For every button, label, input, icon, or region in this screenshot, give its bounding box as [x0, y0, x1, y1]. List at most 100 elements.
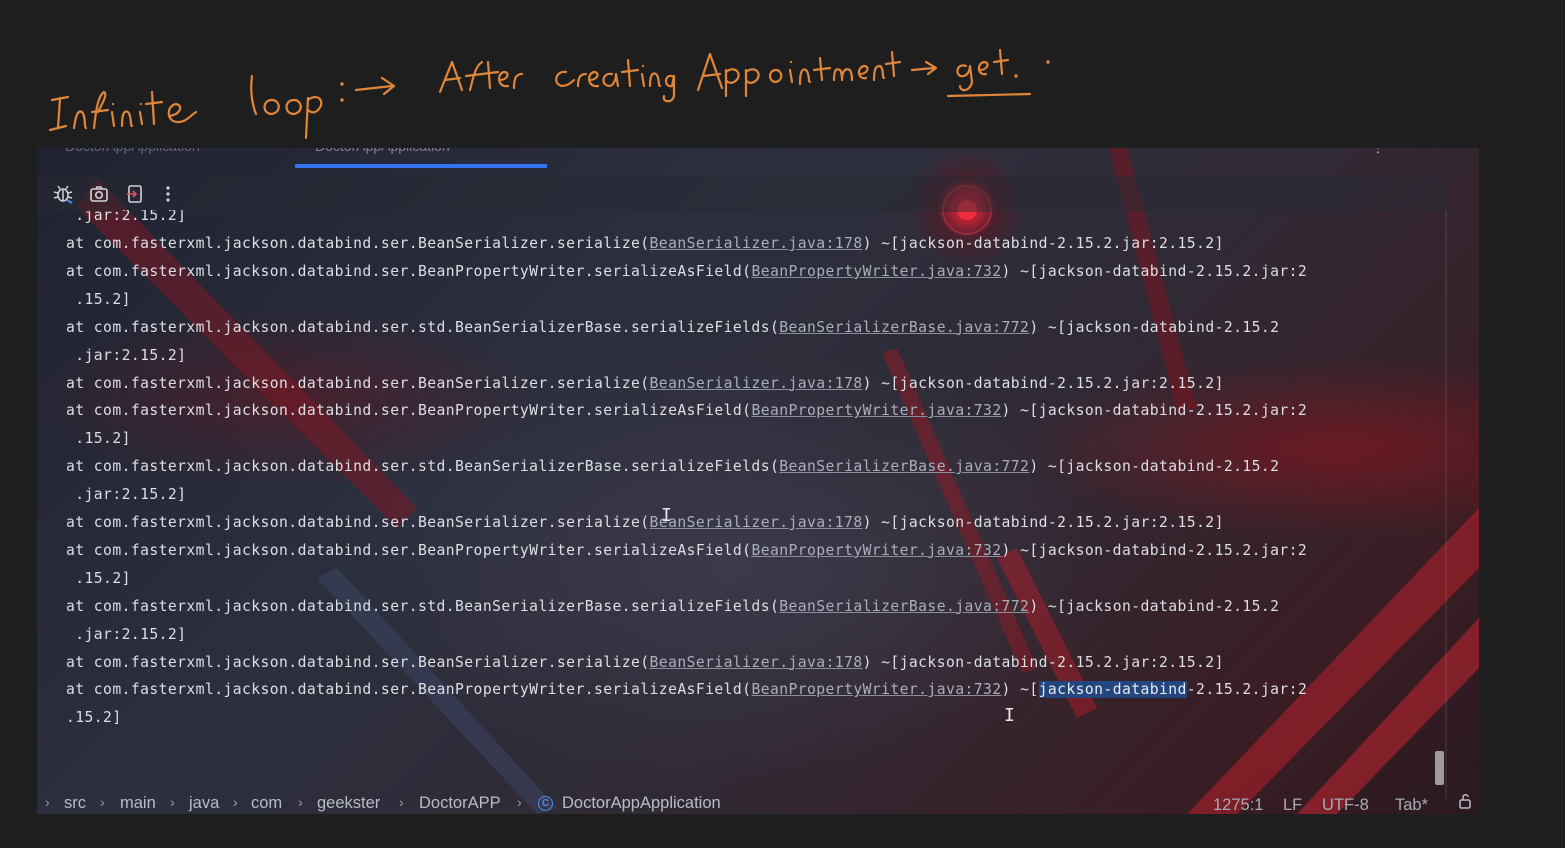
line-text-tail: ) ~[jackson-databind-2.15.2 [1029, 597, 1280, 615]
line-text: .15.2] [66, 569, 131, 587]
console-line: .15.2] [66, 290, 131, 310]
chevron-right-icon: › [45, 794, 50, 810]
line-text-tail: -2.15.2.jar:2 [1186, 681, 1308, 699]
active-tab-indicator [295, 164, 547, 168]
line-text: at com.fasterxml.jackson.databind.ser.st… [66, 458, 780, 476]
status-bar: › src › main › java › com › geekster › D… [37, 790, 1479, 814]
line-text-tail: ) ~[jackson-databind-2.15.2.jar:2.15.2] [862, 653, 1224, 671]
console-line: at com.fasterxml.jackson.databind.ser.st… [66, 597, 1279, 617]
line-text: at com.fasterxml.jackson.databind.ser.Be… [66, 681, 752, 699]
line-text-tail: ) ~[jackson-databind-2.15.2.jar:2.15.2] [862, 235, 1224, 252]
source-link[interactable]: BeanPropertyWriter.java:732 [751, 402, 1001, 419]
line-text: at com.fasterxml.jackson.databind.ser.Be… [66, 402, 752, 420]
line-text: .15.2] [66, 290, 131, 308]
console-toolbar [37, 176, 1447, 212]
line-text-tail: ) ~[jackson-databind-2.15.2.jar:2.15.2] [862, 374, 1224, 392]
console-scrollbar-thumb[interactable] [1435, 751, 1444, 785]
source-link[interactable]: BeanSerializer.java:178 [650, 654, 863, 671]
line-text: .15.2] [66, 709, 122, 727]
line-text-tail: ) ~[jackson-databind-2.15.2.jar:2 [1001, 402, 1308, 420]
console-line: .15.2] [66, 429, 131, 449]
lock-icon[interactable] [1457, 792, 1475, 814]
debug-bug-icon[interactable] [50, 181, 76, 207]
line-ending[interactable]: LF [1283, 796, 1302, 814]
line-text: at com.fasterxml.jackson.databind.ser.st… [66, 597, 780, 615]
console-line: .jar:2.15.2] [66, 346, 186, 366]
line-text: .jar:2.15.2] [66, 625, 187, 643]
console-scrollbar-track[interactable] [1445, 210, 1447, 800]
more-vertical-icon[interactable] [155, 181, 181, 207]
breadcrumb-geekster[interactable]: geekster [317, 794, 380, 813]
chevron-right-icon: › [517, 794, 522, 810]
console-line: at com.fasterxml.jackson.databind.ser.st… [66, 318, 1279, 338]
line-text-tail: ) ~[jackson-databind-2.15.2 [1029, 458, 1280, 476]
console-line: at com.fasterxml.jackson.databind.ser.Be… [66, 653, 1224, 673]
breadcrumb-main[interactable]: main [120, 794, 156, 813]
source-link[interactable]: BeanSerializerBase.java:772 [779, 598, 1029, 615]
line-text: at com.fasterxml.jackson.databind.ser.Be… [66, 262, 752, 280]
chevron-right-icon: › [100, 794, 105, 810]
console-line: .15.2] [66, 708, 122, 728]
chevron-right-icon: › [233, 794, 238, 810]
source-link[interactable]: BeanSerializer.java:178 [650, 375, 863, 392]
exit-icon[interactable] [122, 181, 148, 207]
line-text: .jar:2.15.2] [66, 486, 187, 504]
breadcrumb-src[interactable]: src [64, 794, 86, 813]
tabs-more-icon[interactable]: ⋮ [1371, 148, 1385, 156]
console-line: at com.fasterxml.jackson.databind.ser.st… [66, 457, 1279, 477]
source-link[interactable]: BeanSerializer.java:178 [650, 235, 863, 252]
console-line: .jar:2.15.2] [66, 485, 186, 505]
line-text: at com.fasterxml.jackson.databind.ser.Be… [66, 374, 650, 392]
source-link[interactable]: BeanSerializer.java:178 [650, 514, 863, 531]
ide-run-panel: DoctorAppApplication DoctorAppApplicatio… [37, 148, 1479, 814]
chevron-right-icon: › [298, 794, 303, 810]
indent-setting[interactable]: Tab* [1395, 796, 1428, 814]
console-output[interactable]: .jar:2.15.2] at com.fasterxml.jackson.da… [37, 210, 1445, 800]
console-line: at com.fasterxml.jackson.databind.ser.Be… [66, 680, 1307, 700]
source-link[interactable]: BeanPropertyWriter.java:732 [751, 263, 1001, 280]
console-line: at com.fasterxml.jackson.databind.ser.Be… [66, 262, 1307, 282]
file-encoding[interactable]: UTF-8 [1322, 796, 1369, 814]
text-cursor-ibeam: I [1004, 705, 1015, 726]
breadcrumb-doctorapp[interactable]: DoctorAPP [419, 794, 501, 813]
camera-icon[interactable] [86, 181, 112, 207]
console-line: at com.fasterxml.jackson.databind.ser.Be… [66, 401, 1307, 421]
line-text: at com.fasterxml.jackson.databind.ser.Be… [66, 514, 650, 531]
caret-position[interactable]: 1275:1 [1213, 796, 1263, 814]
line-text: .15.2] [66, 430, 131, 448]
breadcrumb-class[interactable]: DoctorAppApplication [562, 794, 721, 813]
class-icon: C [538, 796, 553, 811]
handwriting-drawing [48, 48, 1050, 140]
line-text: at com.fasterxml.jackson.databind.ser.Be… [66, 653, 650, 671]
tab-run-config-1[interactable]: DoctorAppApplication [65, 148, 200, 160]
console-line: .15.2] [66, 569, 131, 589]
line-text: at com.fasterxml.jackson.databind.ser.st… [66, 318, 780, 336]
handwritten-annotation [0, 0, 1565, 148]
chevron-right-icon: › [170, 794, 175, 810]
run-tabs: DoctorAppApplication DoctorAppApplicatio… [37, 148, 1479, 170]
selected-text[interactable]: jackson-databind [1038, 681, 1187, 699]
console-line: at com.fasterxml.jackson.databind.ser.Be… [66, 541, 1307, 561]
line-text-tail: ) ~[jackson-databind-2.15.2.jar:2 [1001, 541, 1308, 559]
tab-run-config-2[interactable]: DoctorAppApplication [315, 148, 450, 160]
source-link[interactable]: BeanSerializerBase.java:772 [779, 319, 1029, 336]
line-text: at com.fasterxml.jackson.databind.ser.Be… [66, 235, 650, 252]
source-link[interactable]: BeanSerializerBase.java:772 [779, 458, 1029, 475]
line-text-tail: ) ~[ [1001, 681, 1039, 699]
source-link[interactable]: BeanPropertyWriter.java:732 [751, 542, 1001, 559]
console-line: at com.fasterxml.jackson.databind.ser.Be… [66, 234, 1224, 254]
line-text-tail: ) ~[jackson-databind-2.15.2 [1029, 318, 1280, 336]
console-line: .jar:2.15.2] [66, 625, 186, 645]
mouse-cursor-ibeam: I [661, 505, 672, 526]
breadcrumb-com[interactable]: com [251, 794, 282, 813]
line-text-tail: ) ~[jackson-databind-2.15.2.jar:2 [1001, 262, 1308, 280]
line-text: .jar:2.15.2] [66, 346, 187, 364]
source-link[interactable]: BeanPropertyWriter.java:732 [751, 681, 1001, 698]
console-line: at com.fasterxml.jackson.databind.ser.Be… [66, 374, 1224, 394]
line-text-tail: ) ~[jackson-databind-2.15.2.jar:2.15.2] [862, 514, 1224, 531]
chevron-right-icon: › [399, 794, 404, 810]
breadcrumb-java[interactable]: java [189, 794, 219, 813]
console-line-partial: .jar:2.15.2] [66, 210, 187, 224]
line-text: at com.fasterxml.jackson.databind.ser.Be… [66, 541, 752, 559]
console-line: at com.fasterxml.jackson.databind.ser.Be… [66, 513, 1224, 533]
